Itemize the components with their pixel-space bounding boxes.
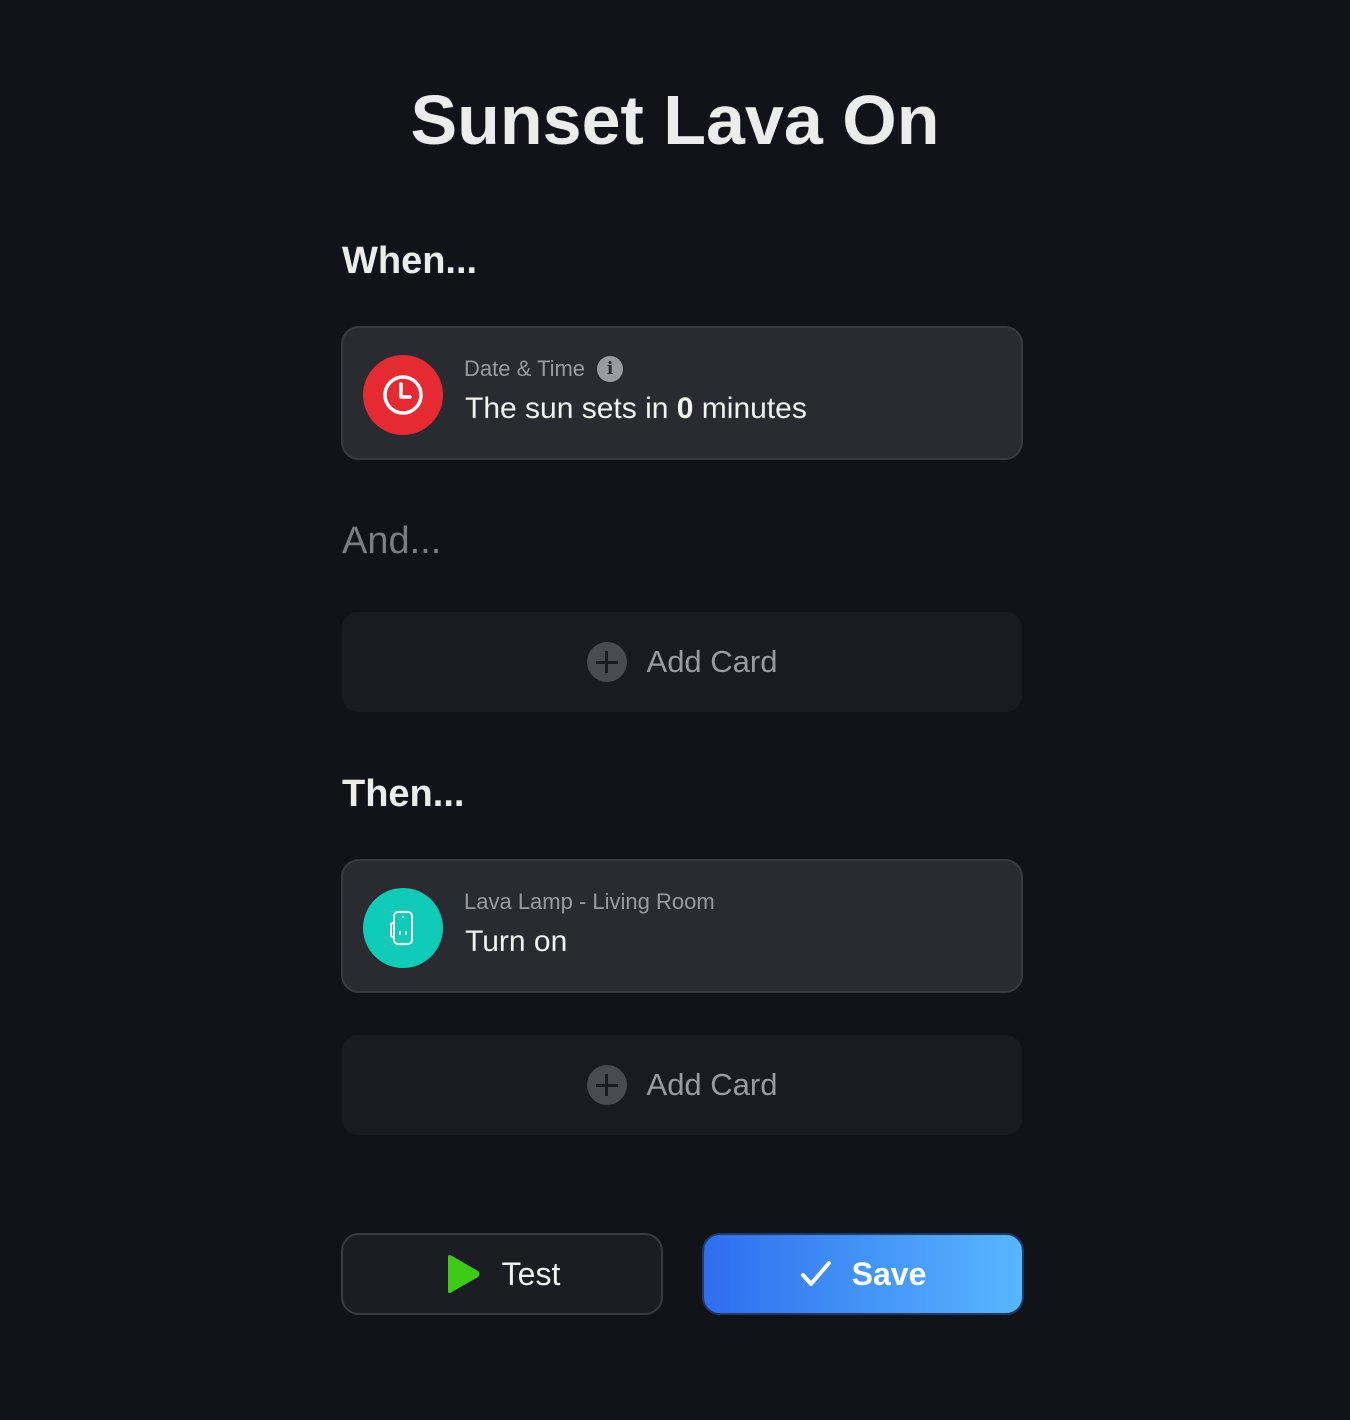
add-card-label: Add Card — [646, 644, 778, 679]
add-card-label: Add Card — [646, 1067, 778, 1102]
then-action-card[interactable]: Lava Lamp - Living Room Turn on — [341, 859, 1023, 993]
test-button-label: Test — [501, 1255, 561, 1292]
play-icon — [444, 1253, 482, 1295]
trigger-card-type: Date & Time — [464, 356, 586, 381]
trigger-minutes-value[interactable]: 0 — [677, 392, 694, 425]
when-section-label: When... — [342, 240, 478, 282]
clock-icon — [363, 355, 443, 435]
save-button[interactable]: Save — [702, 1233, 1024, 1315]
trigger-card-subtitle: Date & Time i — [464, 356, 624, 382]
and-add-card-button[interactable]: Add Card — [342, 612, 1022, 712]
action-card-description: Turn on — [465, 925, 568, 958]
flow-title[interactable]: Sunset Lava On — [0, 80, 1350, 160]
socket-icon — [363, 888, 443, 968]
trigger-card-description: The sun sets in 0 minutes — [465, 392, 807, 426]
checkmark-icon — [800, 1259, 832, 1289]
then-section-label: Then... — [342, 773, 465, 815]
then-add-card-button[interactable]: Add Card — [342, 1035, 1022, 1135]
trigger-text-prefix: The sun sets in — [465, 392, 677, 425]
info-icon[interactable]: i — [597, 356, 624, 382]
trigger-text-suffix: minutes — [693, 392, 807, 425]
flow-editor: Sunset Lava On When... Date & Time i The… — [0, 0, 1350, 1420]
save-button-label: Save — [851, 1255, 927, 1292]
plus-icon — [586, 642, 627, 682]
action-card-subtitle: Lava Lamp - Living Room — [464, 889, 715, 914]
test-button[interactable]: Test — [341, 1233, 663, 1315]
plus-icon — [586, 1065, 627, 1105]
when-trigger-card[interactable]: Date & Time i The sun sets in 0 minutes — [341, 326, 1023, 460]
and-section-label: And... — [342, 520, 442, 562]
